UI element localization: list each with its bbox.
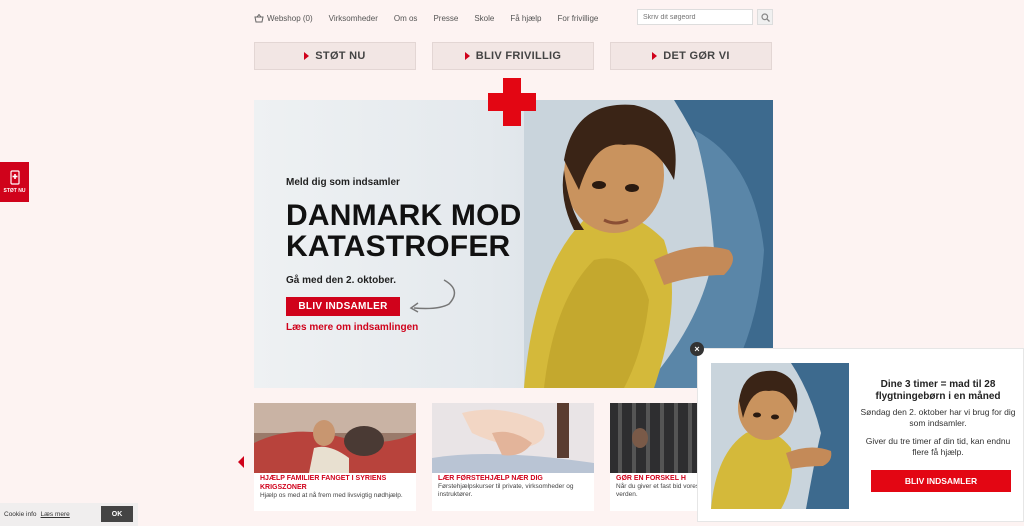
bliv-frivillig-button[interactable]: BLIV FRIVILLIG <box>432 42 594 70</box>
det-goer-vi-label: DET GØR VI <box>663 50 730 62</box>
hero-subtitle: Gå med den 2. oktober. <box>286 275 397 286</box>
popup-paragraph-1: Søndag den 2. oktober har vi brug for di… <box>860 407 1016 428</box>
card-foerstehjaelp-title: LÆR FØRSTEHJÆLP NÆR DIG <box>438 475 543 482</box>
webshop-label: Webshop (0) <box>267 13 313 23</box>
popup-paragraph-2: Giver du tre timer af din tid, kan endnu… <box>865 436 1011 457</box>
stoet-nu-label: STØT NU <box>315 50 366 62</box>
cookie-laes-mere-link[interactable]: Læs mere <box>41 511 70 518</box>
search-button[interactable] <box>757 9 773 25</box>
webshop-link[interactable]: Webshop (0) <box>254 13 313 23</box>
arrow-right-icon <box>464 52 470 60</box>
card-foerstehjaelp[interactable]: LÆR FØRSTEHJÆLP NÆR DIG Førstehjælpskurs… <box>432 403 594 511</box>
arrow-right-icon <box>652 52 658 60</box>
indsamler-popup: Dine 3 timer = mad til 28 flygtningebørn… <box>697 348 1024 522</box>
top-nav: Webshop (0) Virksomheder Om os Presse Sk… <box>254 8 598 28</box>
bliv-indsamler-button[interactable]: BLIV INDSAMLER <box>286 297 400 316</box>
card-foerstehjaelp-image <box>432 403 594 473</box>
card-foerstehjaelp-text: Førstehjælpskurser til private, virksomh… <box>438 483 574 498</box>
red-cross-logo-bar <box>488 93 536 111</box>
bliv-frivillig-label: BLIV FRIVILLIG <box>475 50 562 62</box>
nav-om-os[interactable]: Om os <box>394 14 418 23</box>
det-goer-vi-button[interactable]: DET GØR VI <box>610 42 772 70</box>
laes-mere-link[interactable]: Læs mere om indsamlingen <box>286 322 418 333</box>
nav-presse[interactable]: Presse <box>433 14 458 23</box>
phone-icon <box>9 170 20 185</box>
side-tab-label: STØT NU <box>3 188 26 194</box>
hero-title: DANMARK MOD KATASTROFER <box>286 200 586 262</box>
cookie-ok-button[interactable]: OK <box>101 506 133 522</box>
stoet-nu-side-tab[interactable]: STØT NU <box>0 162 29 202</box>
nav-for-frivillige[interactable]: For frivillige <box>557 14 598 23</box>
nav-virksomheder[interactable]: Virksomheder <box>329 14 378 23</box>
hero-title-line2: KATASTROFER <box>286 230 511 263</box>
search-input[interactable] <box>637 9 753 25</box>
search-icon <box>760 12 770 22</box>
arrow-right-icon <box>304 52 310 60</box>
card-syrien[interactable]: HJÆLP FAMILIER FANGET I SYRIENS KRIGSZON… <box>254 403 416 511</box>
card-syrien-text: Hjælp os med at nå frem med livsvigtig n… <box>260 492 403 499</box>
popup-child-photo <box>711 363 849 509</box>
popup-title: Dine 3 timer = mad til 28 flygtningebørn… <box>875 379 1001 402</box>
hero-kicker: Meld dig som indsamler <box>286 177 400 188</box>
card-syrien-image <box>254 403 416 473</box>
curved-arrow-icon <box>409 279 456 313</box>
stoet-nu-button[interactable]: STØT NU <box>254 42 416 70</box>
basket-icon <box>254 13 264 22</box>
popup-bliv-indsamler-button[interactable]: BLIV INDSAMLER <box>871 470 1011 492</box>
close-icon[interactable]: × <box>690 342 704 356</box>
nav-faa-hjaelp[interactable]: Få hjælp <box>510 14 541 23</box>
chevron-left-icon[interactable] <box>238 456 244 468</box>
hero-title-line1: DANMARK MOD <box>286 199 522 232</box>
cookie-text: Cookie info <box>4 511 37 518</box>
card-syrien-title: HJÆLP FAMILIER FANGET I SYRIENS KRIGSZON… <box>260 475 387 491</box>
nav-skole[interactable]: Skole <box>474 14 494 23</box>
